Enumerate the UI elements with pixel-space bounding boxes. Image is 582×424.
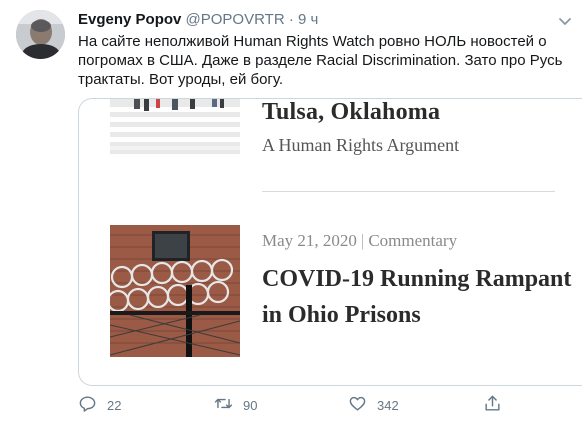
link-card[interactable]: Tulsa, Oklahoma A Human Rights Argument — [78, 98, 582, 386]
author-name[interactable]: Evgeny Popov — [78, 11, 181, 28]
time-separator: · — [288, 11, 294, 28]
meta-separator: | — [360, 231, 365, 250]
article-title-line: in Ohio Prisons — [262, 302, 421, 328]
prison-fence-image — [110, 225, 240, 357]
chevron-down-icon[interactable] — [556, 12, 574, 30]
article-date: May 21, 2020 — [262, 231, 357, 250]
divider — [262, 191, 555, 192]
tweet-text-line: погромах в США. Даже в разделе Racial Di… — [78, 52, 563, 69]
article-category[interactable]: Commentary — [368, 231, 457, 250]
article-title-line: COVID-19 Running Rampant — [262, 266, 572, 292]
tweet-text: На сайте неполживой Human Rights Watch р… — [78, 32, 563, 89]
retweet-icon — [214, 394, 233, 416]
retweet-button[interactable]: 90 — [214, 394, 257, 416]
like-icon — [348, 394, 367, 416]
reply-count: 22 — [107, 397, 122, 413]
tweet-text-line: На сайте неполживой Human Rights Watch р… — [78, 33, 547, 50]
article-title[interactable]: Tulsa, Oklahoma — [262, 99, 440, 126]
reply-icon — [78, 394, 97, 416]
reply-button[interactable]: 22 — [78, 394, 121, 416]
article-meta: May 21, 2020 | Commentary — [262, 231, 457, 251]
article-subtitle: A Human Rights Argument — [262, 135, 460, 155]
tweet-header: Evgeny Popov @POPOVRTR · 9 ч — [78, 10, 318, 30]
like-count: 342 — [377, 397, 399, 413]
avatar[interactable] — [16, 10, 65, 59]
share-button[interactable] — [483, 394, 502, 416]
share-icon — [483, 394, 502, 416]
author-handle[interactable]: @POPOVRTR — [186, 11, 285, 28]
retweet-count: 90 — [243, 397, 258, 413]
article-title[interactable]: COVID-19 Running Rampant in Ohio Prisons — [262, 261, 572, 333]
tweet-time[interactable]: 9 ч — [298, 11, 318, 28]
like-button[interactable]: 342 — [348, 394, 399, 416]
tweet-actions: 22 90 342 — [78, 394, 582, 416]
crosswalk-image — [110, 99, 240, 154]
tweet-text-line: трактаты. Вот уроды, ей богу. — [78, 71, 284, 88]
